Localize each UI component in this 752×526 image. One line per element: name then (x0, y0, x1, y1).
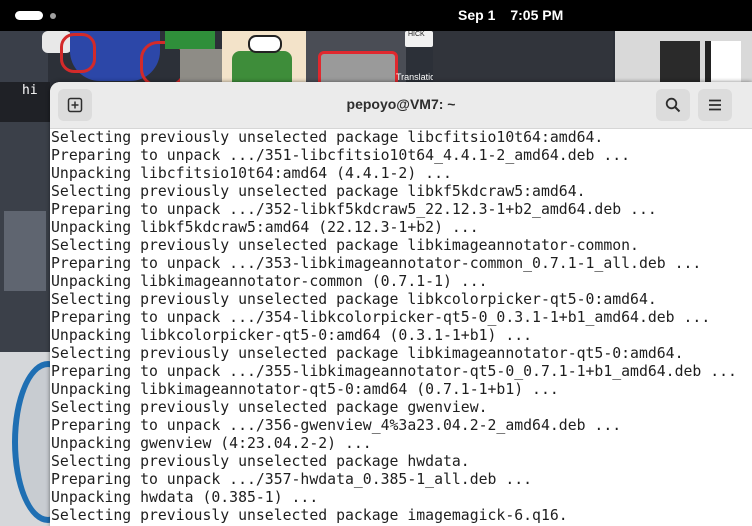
wallpaper-sign-text: HICK (408, 31, 425, 38)
clock-date: Sep 1 (458, 7, 496, 23)
terminal-line: Preparing to unpack .../357-hwdata_0.385… (51, 471, 533, 488)
wallpaper-fragment-text: hi (22, 83, 38, 98)
wallpaper-block (660, 41, 700, 82)
wallpaper-block (165, 31, 215, 49)
wallpaper-figure (60, 33, 96, 73)
wallpaper-character (248, 35, 282, 53)
terminal-line: Preparing to unpack .../356-gwenview_4%3… (51, 417, 622, 434)
terminal-line: Unpacking libkcolorpicker-qt5-0:amd64 (0… (51, 327, 533, 344)
terminal-line: Selecting previously unselected package … (51, 453, 470, 470)
terminal-line: Selecting previously unselected package … (51, 237, 639, 254)
terminal-line: Selecting previously unselected package … (51, 399, 488, 416)
terminal-line: Preparing to unpack .../354-libkcolorpic… (51, 309, 711, 326)
terminal-line: Unpacking hwdata (0.385-1) ... (51, 489, 319, 506)
terminal-line: Selecting previously unselected package … (51, 129, 604, 146)
terminal-headerbar: pepoyo@VM7: ~ (50, 82, 752, 129)
terminal-line: Unpacking gwenview (4:23.04.2-2) ... (51, 435, 372, 452)
terminal-line: Selecting previously unselected package … (51, 291, 657, 308)
terminal-line: Preparing to unpack .../355-libkimageann… (51, 363, 737, 380)
search-button[interactable] (656, 89, 690, 121)
terminal-line: Selecting previously unselected package … (51, 345, 684, 362)
workspace-dot-icon[interactable] (50, 13, 56, 19)
terminal-line: Selecting previously unselected package … (51, 507, 568, 524)
clock-time: 7:05 PM (510, 7, 564, 23)
wallpaper-block (705, 41, 741, 82)
window-title: pepoyo@VM7: ~ (346, 96, 456, 112)
terminal-line: Unpacking libkimageannotator-qt5-0:amd64… (51, 381, 559, 398)
wallpaper-block (433, 31, 613, 82)
activities-indicator[interactable] (15, 11, 43, 20)
terminal-line: Preparing to unpack .../351-libcfitsio10… (51, 147, 631, 164)
terminal-output[interactable]: Selecting previously unselected package … (50, 129, 752, 526)
search-icon (665, 97, 681, 113)
terminal-line: Preparing to unpack .../353-libkimageann… (51, 255, 702, 272)
menu-button[interactable] (698, 89, 732, 121)
terminal-line: Selecting previously unselected package … (51, 183, 586, 200)
wallpaper-block (4, 211, 46, 291)
clock[interactable]: Sep 1 7:05 PM (458, 7, 563, 23)
terminal-window: pepoyo@VM7: ~ Selecting previously unsel… (50, 82, 752, 526)
terminal-line: Unpacking libkimageannotator-common (0.7… (51, 273, 488, 290)
terminal-line: Preparing to unpack .../352-libkf5kdcraw… (51, 201, 657, 218)
terminal-line: Unpacking libcfitsio10t64:amd64 (4.4.1-2… (51, 165, 452, 182)
top-bar: Sep 1 7:05 PM (0, 0, 752, 31)
wallpaper-character (232, 51, 292, 82)
hamburger-menu-icon (709, 99, 721, 111)
terminal-line: Unpacking libkf5kdcraw5:amd64 (22.12.3-1… (51, 219, 479, 236)
